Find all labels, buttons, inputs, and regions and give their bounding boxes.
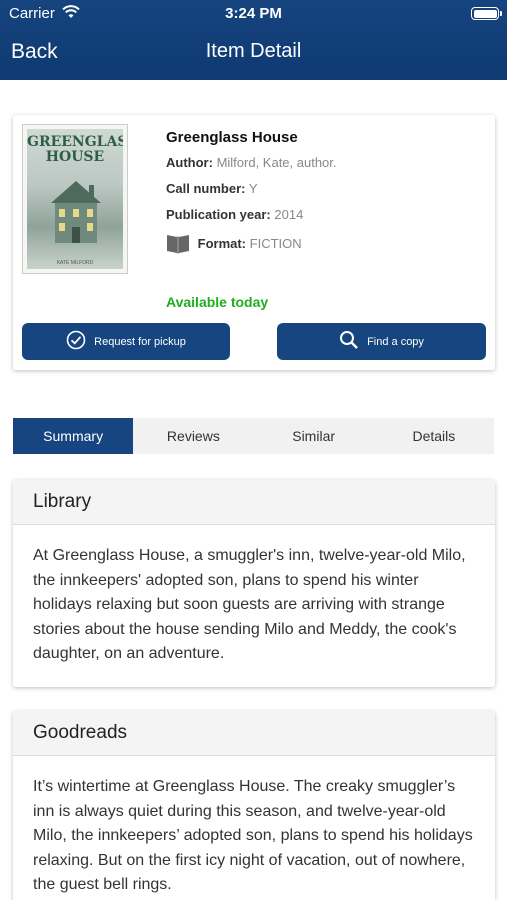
call-number-label: Call number:	[166, 181, 246, 196]
find-copy-label: Find a copy	[367, 335, 424, 348]
goodreads-summary-section: Goodreads It’s wintertime at Greenglass …	[13, 711, 495, 900]
publication-year-value: 2014	[274, 207, 304, 222]
goodreads-heading: Goodreads	[13, 711, 495, 756]
publication-year-field: Publication year: 2014	[166, 207, 303, 222]
cover-title: GREENGLASS HOUSE	[27, 135, 123, 165]
header: Carrier 3:24 PM Back Item Detail	[0, 0, 507, 80]
page-title: Item Detail	[205, 40, 302, 62]
library-heading: Library	[13, 480, 495, 525]
request-pickup-label: Request for pickup	[94, 335, 186, 348]
call-number-field: Call number: Y	[166, 181, 258, 196]
book-title: Greenglass House	[166, 129, 298, 146]
author-value: Milford, Kate, author.	[216, 155, 337, 170]
status-bar: Carrier 3:24 PM	[0, 0, 507, 28]
book-cover[interactable]: GREENGLASS HOUSE KATE MILFORD	[22, 124, 128, 274]
tab-bar: Summary Reviews Similar Details	[13, 418, 494, 454]
availability-status: Available today	[166, 294, 269, 310]
author-label: Author:	[166, 155, 213, 170]
battery-icon	[471, 7, 502, 20]
request-pickup-button[interactable]: Request for pickup	[22, 323, 230, 360]
search-icon	[339, 330, 367, 353]
call-number-value: Y	[248, 181, 258, 196]
library-summary-section: Library At Greenglass House, a smuggler'…	[13, 480, 495, 687]
author-field: Author: Milford, Kate, author.	[166, 155, 337, 170]
format-value: FICTION	[249, 235, 302, 251]
publication-year-label: Publication year:	[166, 207, 271, 222]
format-label: Format:	[197, 235, 247, 251]
format-field: Format: FICTION	[166, 232, 302, 257]
cover-art: GREENGLASS HOUSE KATE MILFORD	[27, 129, 123, 269]
nav-bar: Back Item Detail	[0, 28, 507, 78]
library-summary-text: At Greenglass House, a smuggler's inn, t…	[33, 547, 466, 662]
cover-title-line2: HOUSE	[45, 149, 105, 165]
status-time: 3:24 PM	[225, 5, 282, 22]
cover-author: KATE MILFORD	[56, 260, 94, 266]
book-icon	[166, 232, 190, 257]
cover-title-line1: GREENGLASS	[27, 134, 123, 150]
tab-summary[interactable]: Summary	[13, 418, 134, 454]
find-copy-button[interactable]: Find a copy	[277, 323, 486, 360]
check-circle-icon	[66, 330, 94, 353]
tab-reviews[interactable]: Reviews	[133, 418, 253, 454]
goodreads-summary-text: It’s wintertime at Greenglass House. The…	[33, 778, 473, 893]
house-illustration	[51, 181, 101, 243]
item-card: GREENGLASS HOUSE KATE MILFORD Greenglass…	[13, 115, 495, 370]
tab-details[interactable]: Details	[374, 418, 494, 454]
tab-similar[interactable]: Similar	[254, 418, 374, 454]
